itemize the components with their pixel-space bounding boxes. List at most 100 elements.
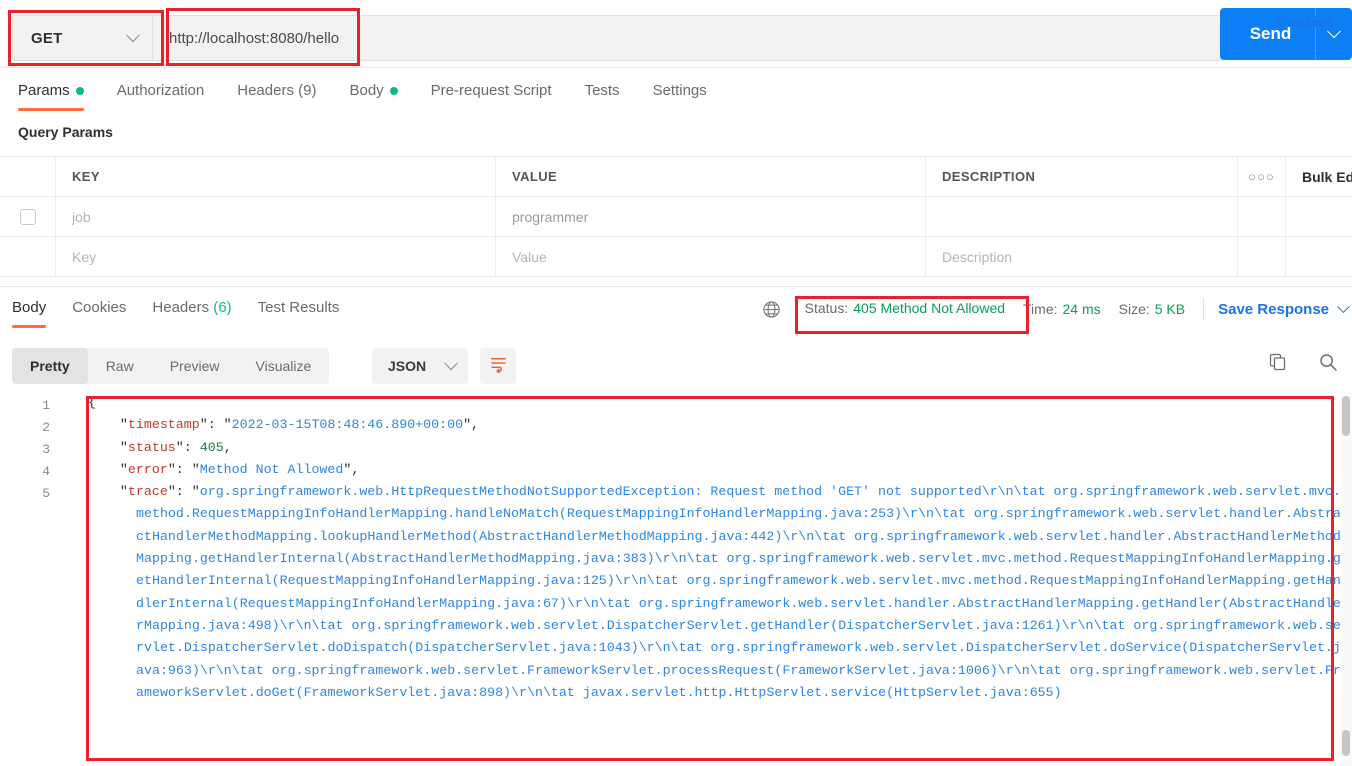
- response-format-toolbar: Pretty Raw Preview Visualize JSON: [0, 340, 1352, 392]
- new-row-key-input[interactable]: Key: [56, 237, 496, 276]
- view-mode-visualize-label: Visualize: [255, 358, 312, 374]
- json-value-timestamp: 2022-03-15T08:48:46.890+00:00: [231, 417, 464, 433]
- vertical-scrollbar-track[interactable]: [1340, 392, 1352, 766]
- tab-params[interactable]: Params: [18, 82, 84, 113]
- line-number: 1: [42, 398, 50, 413]
- size-value: 5 KB: [1154, 301, 1186, 317]
- response-tab-body-label: Body: [12, 299, 47, 316]
- response-tab-test-results-label: Test Results: [257, 299, 340, 316]
- search-button[interactable]: [1318, 352, 1338, 377]
- table-row: Key Value Description: [0, 237, 1352, 277]
- request-tabs: Params Authorization Headers (9) Body Pr…: [0, 68, 1352, 120]
- save-response-button[interactable]: Save Response: [1218, 301, 1329, 318]
- view-mode-pretty-label: Pretty: [30, 358, 70, 374]
- url-bar-row: GET http://localhost:8080/hello Send: [0, 0, 1352, 68]
- tab-params-label: Params: [18, 82, 70, 99]
- code-line-2: "timestamp": "2022-03-15T08:48:46.890+00…: [119, 417, 480, 433]
- response-type-selector[interactable]: JSON: [372, 348, 468, 384]
- wrap-lines-button[interactable]: [480, 348, 516, 384]
- response-tab-cookies[interactable]: Cookies: [72, 299, 126, 328]
- table-options-button[interactable]: ○○○: [1238, 157, 1286, 196]
- tab-body[interactable]: Body: [349, 82, 398, 113]
- row-value-value: programmer: [512, 208, 589, 225]
- json-key-timestamp: timestamp: [127, 417, 200, 433]
- body-modified-dot-icon: [389, 87, 398, 96]
- status-label: Status:: [804, 300, 849, 316]
- table-header-row: KEY VALUE DESCRIPTION ○○○ Bulk Edit: [0, 157, 1352, 197]
- code-line-3: "status": 405,: [119, 439, 232, 455]
- new-row-value-input[interactable]: Value: [496, 237, 926, 276]
- http-method-selector[interactable]: GET: [12, 15, 152, 61]
- header-description-cell: DESCRIPTION: [926, 157, 1238, 196]
- tab-body-label: Body: [349, 82, 384, 99]
- status-value: 405 Method Not Allowed: [853, 300, 1006, 316]
- vertical-scrollbar-thumb[interactable]: [1342, 396, 1350, 436]
- postman-request-response-view: GET http://localhost:8080/hello Send Par…: [0, 0, 1352, 766]
- header-value-label: VALUE: [512, 169, 558, 184]
- view-mode-visualize[interactable]: Visualize: [238, 348, 330, 384]
- tab-pre-request-script-label: Pre-request Script: [430, 82, 552, 99]
- size-label: Size:: [1118, 301, 1150, 317]
- row-description-cell[interactable]: [926, 197, 1238, 236]
- query-params-title: Query Params: [18, 124, 113, 140]
- tab-headers[interactable]: Headers (9): [237, 82, 316, 113]
- code-line-4: "error": "Method Not Allowed",: [119, 461, 360, 477]
- tab-headers-label: Headers: [237, 82, 294, 99]
- row-key-cell[interactable]: job: [56, 197, 496, 236]
- json-value-error: Method Not Allowed: [199, 461, 344, 477]
- json-code-content: { "timestamp": "2022-03-15T08:48:46.890+…: [88, 392, 1342, 704]
- row-checkbox-cell: [0, 197, 56, 236]
- row-spacer-cell: [1286, 197, 1352, 236]
- tab-authorization-label: Authorization: [116, 82, 205, 99]
- response-tab-headers[interactable]: Headers (6): [152, 299, 231, 328]
- json-key-trace: trace: [127, 484, 168, 500]
- line-number: 3: [42, 442, 50, 457]
- response-type-label: JSON: [388, 358, 427, 374]
- tab-authorization[interactable]: Authorization: [117, 82, 205, 113]
- vertical-scrollbar-thumb-secondary[interactable]: [1342, 730, 1350, 756]
- chevron-down-icon[interactable]: [1337, 299, 1350, 313]
- code-line-1: {: [88, 392, 1342, 414]
- view-mode-raw-label: Raw: [105, 358, 134, 374]
- tab-settings[interactable]: Settings: [653, 82, 707, 113]
- response-tabs: Body Cookies Headers (6) Test Results: [12, 299, 365, 328]
- tab-tests[interactable]: Tests: [585, 82, 620, 113]
- globe-icon: [762, 300, 781, 319]
- new-row-value-placeholder: Value: [512, 248, 547, 265]
- row-value-cell[interactable]: programmer: [496, 197, 926, 236]
- response-bar: Body Cookies Headers (6) Test Results St…: [0, 286, 1352, 332]
- view-mode-raw[interactable]: Raw: [88, 348, 152, 384]
- chevron-down-icon: [125, 28, 141, 43]
- copy-button[interactable]: [1268, 352, 1288, 377]
- meta-divider: [1203, 298, 1205, 320]
- header-value-cell: VALUE: [496, 157, 926, 196]
- url-input[interactable]: http://localhost:8080/hello: [152, 15, 1222, 61]
- time-label: Time:: [1023, 301, 1058, 317]
- view-mode-pretty[interactable]: Pretty: [12, 348, 88, 384]
- table-row: job programmer: [0, 197, 1352, 237]
- view-mode-preview[interactable]: Preview: [152, 348, 238, 384]
- response-tab-body[interactable]: Body: [12, 299, 47, 328]
- url-input-value: http://localhost:8080/hello: [169, 29, 340, 47]
- json-value-status: 405: [199, 439, 224, 455]
- new-row-checkbox-cell: [0, 237, 56, 276]
- tab-pre-request-script[interactable]: Pre-request Script: [431, 82, 552, 113]
- query-params-table: KEY VALUE DESCRIPTION ○○○ Bulk Edit job: [0, 156, 1352, 277]
- time-value: 24 ms: [1062, 301, 1101, 317]
- params-modified-dot-icon: [75, 87, 84, 96]
- new-row-description-input[interactable]: Description: [926, 237, 1238, 276]
- row-key-value: job: [72, 208, 91, 225]
- json-value-trace: org.springframework.web.HttpRequestMetho…: [136, 484, 1341, 700]
- response-body-code-viewer[interactable]: 1 2 3 4 5 { "timestamp": "2022-03-15T08:…: [0, 392, 1352, 766]
- row-checkbox[interactable]: [19, 208, 36, 225]
- wrap-lines-icon: [489, 354, 508, 378]
- header-checkbox-cell: [0, 157, 56, 196]
- code-line-5: "trace": "org.springframework.web.HttpRe…: [119, 484, 1341, 700]
- tab-headers-count: (9): [298, 82, 317, 99]
- response-tab-test-results[interactable]: Test Results: [258, 299, 340, 328]
- view-mode-preview-label: Preview: [169, 358, 220, 374]
- json-key-status: status: [127, 439, 176, 455]
- cookies-link[interactable]: Cookies: [1276, 14, 1334, 31]
- bulk-edit-button[interactable]: Bulk Edit: [1286, 157, 1352, 196]
- row-options-cell: [1238, 197, 1286, 236]
